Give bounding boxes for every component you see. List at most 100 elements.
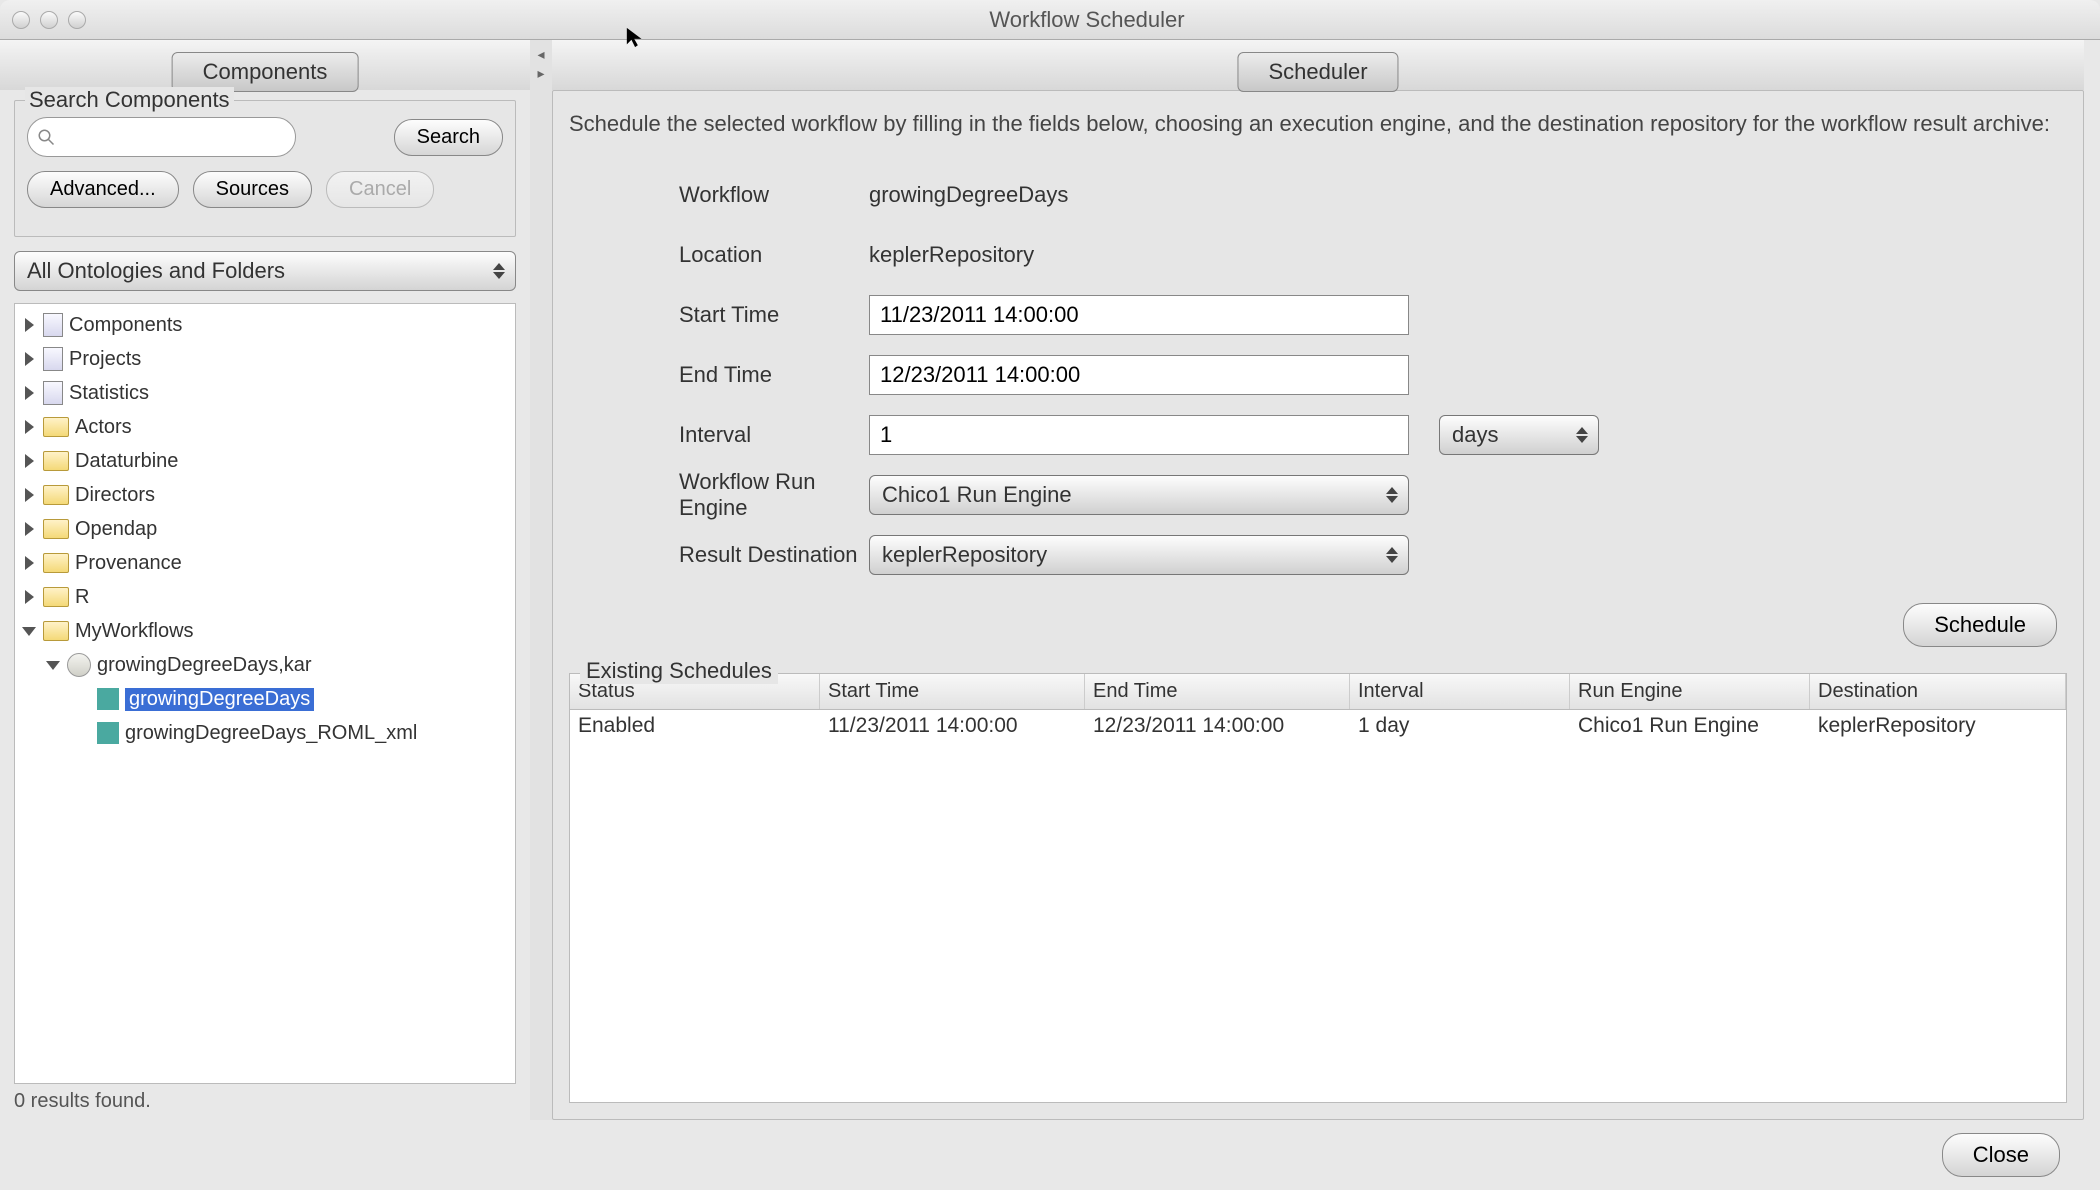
tree-item[interactable]: growingDegreeDays,kar bbox=[15, 648, 515, 682]
tree-item-label: Dataturbine bbox=[75, 450, 178, 473]
column-header[interactable]: End Time bbox=[1085, 674, 1350, 709]
column-header[interactable]: Start Time bbox=[820, 674, 1085, 709]
tree-item-label: MyWorkflows bbox=[75, 620, 194, 643]
tree-item[interactable]: growingDegreeDays_ROML_xml bbox=[15, 716, 515, 750]
disclosure-triangle-icon[interactable] bbox=[21, 487, 37, 503]
pkg-icon bbox=[67, 653, 91, 677]
search-icon bbox=[37, 128, 55, 146]
tree-item[interactable]: MyWorkflows bbox=[15, 614, 515, 648]
table-cell: keplerRepository bbox=[1810, 710, 2066, 742]
collapse-left-icon: ◂ bbox=[537, 46, 544, 63]
disclosure-triangle-icon[interactable] bbox=[21, 385, 37, 401]
table-row[interactable]: Enabled11/23/2011 14:00:0012/23/2011 14:… bbox=[570, 710, 2066, 742]
component-tree[interactable]: Components Projects Statistics Actors Datatu… bbox=[14, 303, 516, 1084]
updown-icon bbox=[489, 263, 509, 279]
tree-item[interactable]: R bbox=[15, 580, 515, 614]
advanced-button[interactable]: Advanced... bbox=[27, 171, 179, 208]
ontology-select-label: All Ontologies and Folders bbox=[27, 258, 285, 284]
right-panel: Scheduler Schedule the selected workflow… bbox=[552, 40, 2100, 1120]
destination-select[interactable]: keplerRepository bbox=[869, 535, 1409, 575]
table-cell: 12/23/2011 14:00:00 bbox=[1085, 710, 1350, 742]
interval-unit-select[interactable]: days bbox=[1439, 415, 1599, 455]
tree-item[interactable]: Opendap bbox=[15, 512, 515, 546]
tree-item[interactable]: Provenance bbox=[15, 546, 515, 580]
tree-item-label: Projects bbox=[69, 348, 141, 371]
table-cell: Enabled bbox=[570, 710, 820, 742]
tree-item-label: Statistics bbox=[69, 382, 149, 405]
sources-button[interactable]: Sources bbox=[193, 171, 312, 208]
doc-icon bbox=[43, 381, 63, 405]
disclosure-triangle-icon[interactable] bbox=[21, 453, 37, 469]
existing-schedules-group: Existing Schedules StatusStart TimeEnd T… bbox=[569, 673, 2067, 1103]
scheduler-body: Schedule the selected workflow by fillin… bbox=[552, 90, 2084, 1120]
ontology-select[interactable]: All Ontologies and Folders bbox=[14, 251, 516, 291]
folder-icon bbox=[43, 621, 69, 641]
updown-icon bbox=[1382, 487, 1402, 503]
search-components-group: Search Components Search Advanced... Sou… bbox=[14, 100, 516, 237]
disclosure-triangle-icon[interactable] bbox=[21, 317, 37, 333]
location-value: keplerRepository bbox=[869, 242, 1034, 268]
tree-item-label: growingDegreeDays_ROML_xml bbox=[125, 722, 417, 745]
titlebar: Workflow Scheduler bbox=[0, 0, 2100, 40]
destination-label: Result Destination bbox=[569, 542, 869, 568]
disclosure-triangle-icon[interactable] bbox=[21, 521, 37, 537]
tree-item-label: Actors bbox=[75, 416, 132, 439]
tree-item[interactable]: Projects bbox=[15, 342, 515, 376]
disclosure-triangle-icon[interactable] bbox=[21, 623, 37, 639]
schedules-table[interactable]: StatusStart TimeEnd TimeIntervalRun Engi… bbox=[570, 674, 2066, 1102]
workflow-label: Workflow bbox=[569, 182, 869, 208]
interval-input[interactable] bbox=[869, 415, 1409, 455]
disclosure-triangle-icon[interactable] bbox=[21, 351, 37, 367]
disclosure-triangle-icon[interactable] bbox=[21, 589, 37, 605]
folder-icon bbox=[43, 485, 69, 505]
splitter[interactable]: ◂ ▸ bbox=[530, 40, 552, 1120]
tab-scheduler[interactable]: Scheduler bbox=[1237, 52, 1398, 92]
search-button[interactable]: Search bbox=[394, 119, 503, 156]
updown-icon bbox=[1382, 547, 1402, 563]
interval-label: Interval bbox=[569, 422, 869, 448]
minimize-window-icon[interactable] bbox=[40, 11, 58, 29]
tree-item[interactable]: Statistics bbox=[15, 376, 515, 410]
right-tabstrip: Scheduler bbox=[552, 40, 2084, 90]
collapse-right-icon: ▸ bbox=[537, 65, 544, 82]
tree-item-label: Directors bbox=[75, 484, 155, 507]
zoom-window-icon[interactable] bbox=[68, 11, 86, 29]
tree-item[interactable]: growingDegreeDays bbox=[15, 682, 515, 716]
doc-icon bbox=[43, 347, 63, 371]
close-button[interactable]: Close bbox=[1942, 1133, 2060, 1177]
tab-components[interactable]: Components bbox=[172, 52, 359, 92]
disclosure-triangle-icon[interactable] bbox=[21, 419, 37, 435]
table-header: StatusStart TimeEnd TimeIntervalRun Engi… bbox=[570, 674, 2066, 710]
engine-select[interactable]: Chico1 Run Engine bbox=[869, 475, 1409, 515]
column-header[interactable]: Run Engine bbox=[1570, 674, 1810, 709]
end-time-input[interactable] bbox=[869, 355, 1409, 395]
start-time-input[interactable] bbox=[869, 295, 1409, 335]
tree-item[interactable]: Components bbox=[15, 308, 515, 342]
window-title: Workflow Scheduler bbox=[86, 7, 2088, 33]
disclosure-spacer bbox=[75, 725, 91, 741]
folder-icon bbox=[43, 587, 69, 607]
tree-item-label: growingDegreeDays bbox=[125, 688, 314, 711]
tree-item[interactable]: Dataturbine bbox=[15, 444, 515, 478]
close-window-icon[interactable] bbox=[12, 11, 30, 29]
tree-item[interactable]: Directors bbox=[15, 478, 515, 512]
tree-item-label: Provenance bbox=[75, 552, 182, 575]
workflow-value: growingDegreeDays bbox=[869, 182, 1068, 208]
folder-icon bbox=[43, 417, 69, 437]
schedule-button[interactable]: Schedule bbox=[1903, 603, 2057, 647]
teal-icon bbox=[97, 688, 119, 710]
tree-item-label: Components bbox=[69, 314, 182, 337]
location-label: Location bbox=[569, 242, 869, 268]
status-bar: 0 results found. bbox=[0, 1084, 530, 1120]
tree-item-label: growingDegreeDays,kar bbox=[97, 654, 312, 677]
cancel-button: Cancel bbox=[326, 171, 434, 208]
disclosure-triangle-icon[interactable] bbox=[21, 555, 37, 571]
disclosure-triangle-icon[interactable] bbox=[45, 657, 61, 673]
folder-icon bbox=[43, 553, 69, 573]
column-header[interactable]: Destination bbox=[1810, 674, 2066, 709]
tree-item[interactable]: Actors bbox=[15, 410, 515, 444]
search-input[interactable] bbox=[27, 117, 296, 157]
column-header[interactable]: Interval bbox=[1350, 674, 1570, 709]
tree-item-label: R bbox=[75, 586, 89, 609]
footer: Close bbox=[0, 1120, 2100, 1190]
